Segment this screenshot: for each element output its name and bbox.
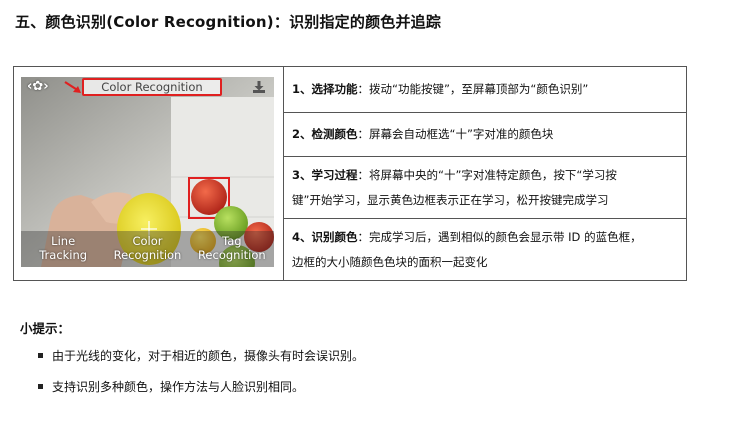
step-row-2: 2、检测颜色：屏幕会自动框选“十”字对准的颜色块 bbox=[284, 113, 686, 157]
step-text: ：拨动“功能按键”，至屏幕顶部为“颜色识别” bbox=[357, 82, 589, 96]
mode-color-recognition[interactable]: Color Recognition bbox=[105, 231, 189, 267]
instruction-table: ‹✿› Color Recognition Line Tracking Colo… bbox=[13, 66, 687, 281]
step-row-3: 3、学习过程：将屏幕中央的“十”字对准特定颜色，按下“学习按 键”开始学习，显示… bbox=[284, 157, 686, 219]
mode-label-line1: Color bbox=[132, 234, 163, 248]
step-text-cont: 键”开始学习，显示黄色边框表示正在学习，松开按键完成学习 bbox=[292, 192, 609, 207]
bullet-icon bbox=[38, 384, 43, 389]
screen-topbar: ‹✿› Color Recognition bbox=[21, 77, 274, 99]
arrow-annotation-icon bbox=[64, 81, 81, 93]
mode-tag-recognition[interactable]: Tag Recognition bbox=[190, 231, 274, 267]
step-text: ：屏幕会自动框选“十”字对准的颜色块 bbox=[357, 127, 554, 141]
step-label: 2、检测颜色 bbox=[292, 127, 358, 141]
steps-cell: 1、选择功能：拨动“功能按键”，至屏幕顶部为“颜色识别” 2、检测颜色：屏幕会自… bbox=[284, 67, 686, 280]
function-label-box[interactable]: Color Recognition bbox=[82, 78, 222, 96]
step-text: ：完成学习后，遇到相似的颜色会显示带 ID 的蓝色框， bbox=[357, 229, 642, 244]
tip-text: 由于光线的变化，对于相近的颜色，摄像头有时会误识别。 bbox=[52, 349, 365, 363]
step-row-1: 1、选择功能：拨动“功能按键”，至屏幕顶部为“颜色识别” bbox=[284, 67, 686, 113]
screenshot-cell: ‹✿› Color Recognition Line Tracking Colo… bbox=[14, 67, 284, 280]
settings-icon[interactable]: ‹✿› bbox=[27, 79, 49, 94]
tips-title: 小提示： bbox=[20, 321, 71, 336]
step-label: 1、选择功能 bbox=[292, 82, 358, 96]
mode-label-line2: Recognition bbox=[113, 248, 182, 262]
tip-item: 由于光线的变化，对于相近的颜色，摄像头有时会误识别。 bbox=[38, 347, 364, 364]
function-label: Color Recognition bbox=[101, 80, 203, 94]
mode-label-line1: Tag bbox=[222, 234, 242, 248]
step-row-4: 4、识别颜色：完成学习后，遇到相似的颜色会显示带 ID 的蓝色框， 边框的大小随… bbox=[284, 219, 686, 280]
download-icon[interactable] bbox=[252, 80, 266, 94]
mode-label-line2: Recognition bbox=[197, 248, 266, 262]
mode-label-line2: Tracking bbox=[39, 248, 88, 262]
step-label: 4、识别颜色 bbox=[292, 229, 358, 244]
bullet-icon bbox=[38, 353, 43, 358]
mode-bar: Line Tracking Color Recognition Tag Reco… bbox=[21, 231, 274, 267]
mode-line-tracking[interactable]: Line Tracking bbox=[21, 231, 105, 267]
step-label: 3、学习过程 bbox=[292, 167, 358, 182]
tip-text: 支持识别多种颜色，操作方法与人脸识别相同。 bbox=[52, 380, 305, 394]
step-text-cont: 边框的大小随颜色色块的面积一起变化 bbox=[292, 254, 488, 269]
step-text: ：将屏幕中央的“十”字对准特定颜色，按下“学习按 bbox=[357, 167, 617, 182]
section-title: 五、颜色识别(Color Recognition)：识别指定的颜色并追踪 bbox=[15, 13, 442, 31]
device-screenshot: ‹✿› Color Recognition Line Tracking Colo… bbox=[21, 77, 274, 267]
tip-item: 支持识别多种颜色，操作方法与人脸识别相同。 bbox=[38, 378, 304, 395]
mode-label-line1: Line bbox=[51, 234, 76, 248]
